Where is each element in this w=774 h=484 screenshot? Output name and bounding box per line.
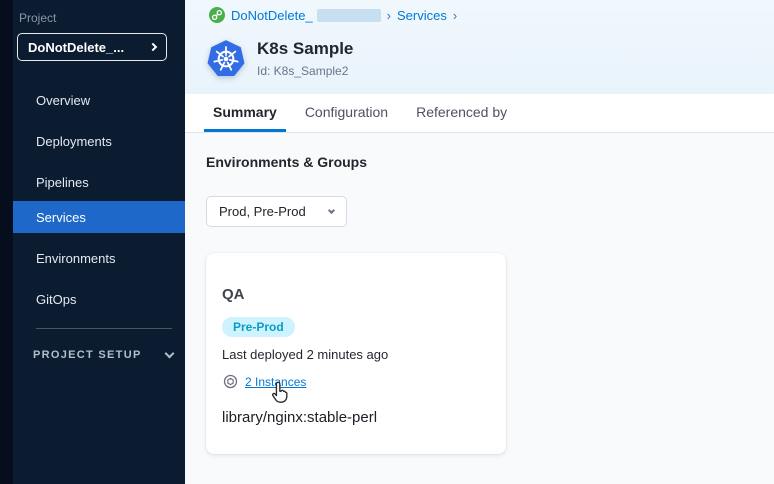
instances-row: 2 Instances [223, 374, 306, 389]
module-nav-strip [0, 0, 13, 484]
chevron-down-icon [165, 349, 175, 359]
breadcrumb-services-link[interactable]: Services [397, 8, 447, 23]
environment-card-qa[interactable]: QA Pre-Prod Last deployed 2 minutes ago … [206, 253, 506, 454]
app-window: Project DoNotDelete_... Overview Deploym… [0, 0, 774, 484]
project-selector-dropdown[interactable]: DoNotDelete_... [17, 33, 167, 61]
last-deployed-text: Last deployed 2 minutes ago [222, 347, 388, 362]
breadcrumb-separator: › [387, 8, 391, 23]
sidebar-item-deployments[interactable]: Deployments [13, 125, 185, 157]
artifact-image-text: library/nginx:stable-perl [222, 409, 377, 426]
project-setup-label: PROJECT SETUP [33, 349, 142, 361]
sidebar-item-label: Environments [36, 251, 115, 266]
redacted-text-overlay [317, 9, 381, 22]
environment-name: QA [222, 286, 245, 303]
sidebar-divider [36, 328, 172, 329]
service-id: Id: K8s_Sample2 [257, 64, 353, 78]
breadcrumb-project-link[interactable]: DoNotDelete_ [231, 8, 313, 23]
tab-referenced-by[interactable]: Referenced by [407, 94, 516, 132]
env-type-badge: Pre-Prod [222, 317, 295, 337]
project-sidebar: Project DoNotDelete_... Overview Deploym… [13, 0, 185, 484]
tab-configuration[interactable]: Configuration [296, 94, 397, 132]
page-title: K8s Sample [257, 39, 353, 59]
sidebar-item-environments[interactable]: Environments [13, 242, 185, 274]
environment-filter-value: Prod, Pre-Prod [219, 204, 329, 219]
sidebar-item-overview[interactable]: Overview [13, 84, 185, 116]
project-label: Project [19, 11, 56, 25]
page-header: DoNotDelete_ › Services › [185, 0, 774, 94]
sidebar-item-gitops[interactable]: GitOps [13, 283, 185, 315]
breadcrumb: DoNotDelete_ › Services › [209, 7, 457, 23]
main-panel: DoNotDelete_ › Services › [185, 0, 774, 484]
sidebar-item-services[interactable]: Services [13, 201, 185, 233]
project-link-icon [209, 7, 225, 23]
chevron-right-icon [149, 43, 157, 51]
sidebar-item-label: GitOps [36, 292, 76, 307]
tab-bar: Summary Configuration Referenced by [185, 94, 774, 133]
summary-content: Environments & Groups Prod, Pre-Prod QA … [185, 133, 774, 484]
breadcrumb-separator: › [453, 8, 457, 23]
sidebar-item-pipelines[interactable]: Pipelines [13, 166, 185, 198]
project-setup-toggle[interactable]: PROJECT SETUP [33, 349, 173, 361]
service-title-row: K8s Sample Id: K8s_Sample2 [206, 39, 353, 79]
sidebar-item-label: Deployments [36, 134, 112, 149]
tab-summary[interactable]: Summary [204, 94, 286, 132]
sidebar-item-label: Pipelines [36, 175, 89, 190]
environments-groups-heading: Environments & Groups [206, 154, 367, 170]
chevron-down-icon [328, 206, 335, 213]
project-selector-value: DoNotDelete_... [28, 40, 150, 55]
instances-link[interactable]: 2 Instances [245, 375, 306, 389]
sidebar-item-label: Services [36, 210, 86, 225]
kubernetes-icon [206, 39, 246, 79]
instances-icon [223, 374, 238, 389]
sidebar-item-label: Overview [36, 93, 90, 108]
environment-filter-dropdown[interactable]: Prod, Pre-Prod [206, 196, 347, 227]
